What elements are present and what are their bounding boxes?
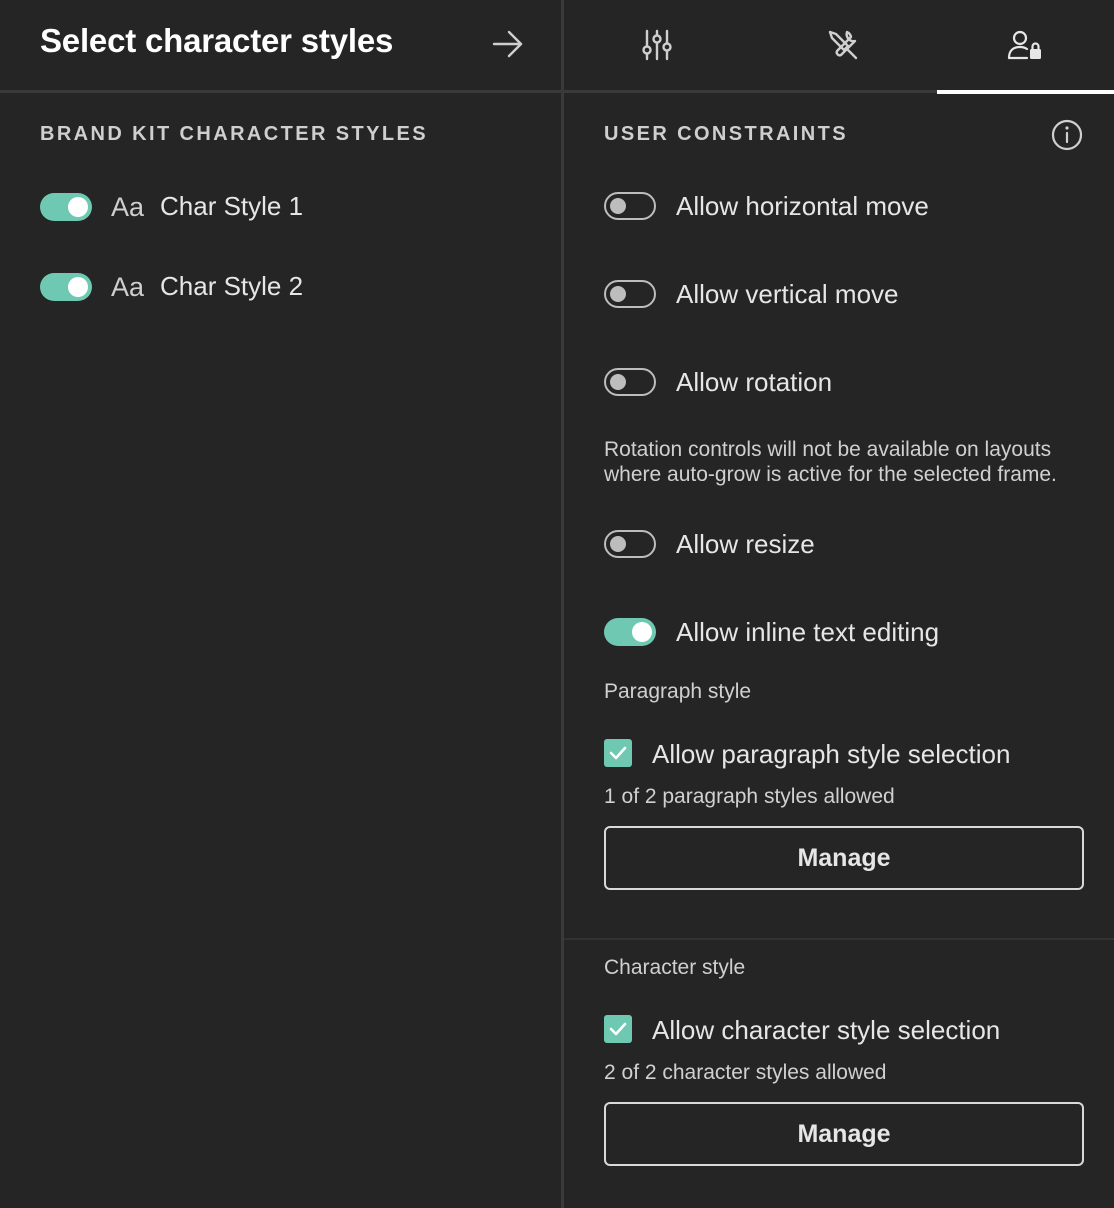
character-styles-count: 2 of 2 character styles allowed [604, 1061, 887, 1084]
forward-arrow-button[interactable] [488, 24, 528, 64]
inline-text-editing-toggle[interactable] [604, 618, 656, 646]
sliders-icon [641, 29, 672, 61]
character-style-checkbox[interactable] [604, 1015, 632, 1043]
section-divider [564, 938, 1114, 940]
properties-tabs [564, 0, 1114, 94]
rotation-toggle[interactable] [604, 368, 656, 396]
tab-adjustments[interactable] [568, 0, 745, 90]
rotation-note: Rotation controls will not be available … [604, 438, 1057, 486]
vertical-move-toggle[interactable] [604, 280, 656, 308]
paragraph-style-title: Paragraph style [604, 680, 752, 703]
info-icon [1051, 119, 1083, 151]
user-constraints-title: USER CONSTRAINTS [604, 123, 848, 145]
tab-tools[interactable] [754, 0, 931, 90]
char-style-2-toggle[interactable] [40, 273, 92, 301]
rotation-label: Allow rotation [676, 367, 833, 397]
arrow-right-icon [492, 30, 523, 58]
active-tab-indicator [937, 90, 1114, 94]
inline-text-editing-label: Allow inline text editing [676, 617, 940, 647]
tools-icon [828, 30, 857, 60]
properties-panel: USER CONSTRAINTS Allow horizontal move A… [564, 0, 1114, 1208]
info-button[interactable] [1051, 119, 1083, 151]
manage-character-styles-button[interactable]: Manage [604, 1102, 1084, 1166]
tab-user-constraints[interactable] [937, 0, 1114, 90]
paragraph-style-check-label: Allow paragraph style selection [652, 739, 1011, 769]
font-aa-icon: Aa [111, 272, 145, 302]
checkmark-icon [609, 746, 627, 760]
vertical-move-label: Allow vertical move [676, 279, 899, 309]
character-style-check-label: Allow character style selection [652, 1015, 1001, 1045]
character-styles-panel: Select character styles BRAND KIT CHARAC… [0, 0, 561, 1208]
paragraph-style-checkbox[interactable] [604, 739, 632, 767]
resize-toggle[interactable] [604, 530, 656, 558]
checkmark-icon [609, 1022, 627, 1036]
horizontal-move-toggle[interactable] [604, 192, 656, 220]
panel-header: Select character styles [0, 0, 561, 93]
manage-paragraph-styles-button[interactable]: Manage [604, 826, 1084, 890]
resize-label: Allow resize [676, 529, 815, 559]
character-style-title: Character style [604, 956, 746, 979]
horizontal-move-label: Allow horizontal move [676, 191, 929, 221]
paragraph-styles-count: 1 of 2 paragraph styles allowed [604, 785, 895, 808]
font-aa-icon: Aa [111, 192, 145, 222]
panel-title: Select character styles [40, 22, 394, 59]
char-style-1-label: Char Style 1 [160, 191, 304, 221]
char-style-2-label: Char Style 2 [160, 271, 304, 301]
brand-kit-section-title: BRAND KIT CHARACTER STYLES [40, 123, 428, 145]
user-lock-icon [1007, 30, 1041, 60]
char-style-1-toggle[interactable] [40, 193, 92, 221]
